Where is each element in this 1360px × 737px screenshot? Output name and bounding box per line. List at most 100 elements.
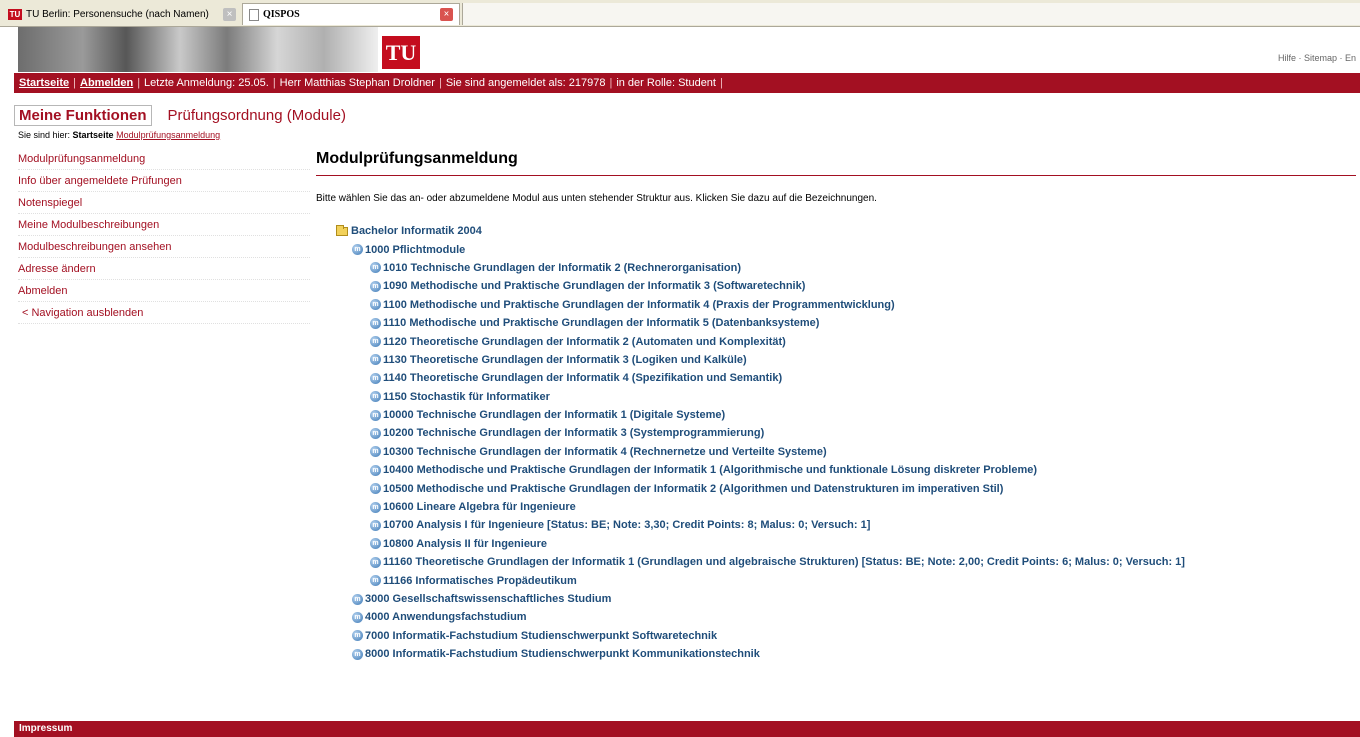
module-icon: m	[370, 299, 381, 311]
tree-group-pflicht[interactable]: m 1000 Pflichtmodule	[336, 240, 1356, 258]
tree-module-label[interactable]: 10200 Technische Grundlagen der Informat…	[383, 424, 764, 442]
tree-module[interactable]: m 1150 Stochastik für Informatiker	[336, 388, 1356, 406]
tree-module[interactable]: m 1090 Methodische und Praktische Grundla…	[336, 277, 1356, 295]
header-banner: TU Hilfe · Sitemap · En	[0, 27, 1360, 72]
tree-module[interactable]: m 10300 Technische Grundlagen der Informa…	[336, 443, 1356, 461]
footer: Impressum	[14, 721, 1360, 737]
tree-module-label[interactable]: 10800 Analysis II für Ingenieure	[383, 535, 547, 553]
tu-logo-icon: TU	[8, 8, 22, 20]
sidebar-item-adresse-aendern[interactable]: Adresse ändern	[18, 258, 310, 280]
tree-module-label[interactable]: 11166 Informatisches Propädeutikum	[383, 572, 577, 590]
sidebar-item-modulbeschreibungen-ansehen[interactable]: Modulbeschreibungen ansehen	[18, 236, 310, 258]
tree-module-label[interactable]: 1100 Methodische und Praktische Grundlag…	[383, 296, 895, 314]
module-icon: m	[370, 336, 381, 348]
tree-module[interactable]: m 10500 Methodische und Praktische Grundl…	[336, 479, 1356, 497]
tab-title: TU Berlin: Personensuche (nach Namen)	[26, 8, 209, 20]
tree-group[interactable]: m 7000 Informatik-Fachstudium Studienschw…	[336, 627, 1356, 645]
tree-module-label[interactable]: 10600 Lineare Algebra für Ingenieure	[383, 498, 576, 516]
other-group-list: m 3000 Gesellschaftswissenschaftliches St…	[336, 590, 1356, 664]
tree-module[interactable]: m 10000 Technische Grundlagen der Informa…	[336, 406, 1356, 424]
document-icon	[249, 8, 259, 21]
tree-module[interactable]: m 10800 Analysis II für Ingenieure	[336, 535, 1356, 553]
module-icon: m	[370, 409, 381, 421]
sidebar-item-notenspiegel[interactable]: Notenspiegel	[18, 192, 310, 214]
tree-group-label[interactable]: 7000 Informatik-Fachstudium Studienschwe…	[365, 627, 717, 645]
module-icon: m	[370, 391, 381, 403]
tree-module[interactable]: m 10400 Methodische und Praktische Grundl…	[336, 461, 1356, 479]
breadcrumb-current[interactable]: Modulprüfungsanmeldung	[116, 130, 220, 140]
tree-module[interactable]: m 10200 Technische Grundlagen der Informa…	[336, 424, 1356, 442]
module-icon: m	[370, 556, 381, 568]
tree-module-label[interactable]: 1120 Theoretische Grundlagen der Informa…	[383, 333, 786, 351]
hide-navigation-link[interactable]: < Navigation ausblenden	[18, 302, 310, 324]
tree-group[interactable]: m 8000 Informatik-Fachstudium Studienschw…	[336, 645, 1356, 663]
main-content: Modulprüfungsanmeldung Bitte wählen Sie …	[316, 150, 1356, 204]
tree-module[interactable]: m 1100 Methodische und Praktische Grundla…	[336, 296, 1356, 314]
browser-tab-bar: TU TU Berlin: Personensuche (nach Namen)…	[0, 0, 1360, 27]
tree-module[interactable]: m 1110 Methodische und Praktische Grundla…	[336, 314, 1356, 332]
tree-module-label[interactable]: 1110 Methodische und Praktische Grundlag…	[383, 314, 819, 332]
tree-module-label[interactable]: 1010 Technische Grundlagen der Informati…	[383, 259, 741, 277]
breadcrumb: Sie sind hier: Startseite Modulprüfungsa…	[18, 130, 220, 140]
tree-group[interactable]: m 3000 Gesellschaftswissenschaftliches St…	[336, 590, 1356, 608]
close-icon[interactable]: ×	[223, 7, 236, 21]
tree-group-label[interactable]: 4000 Anwendungsfachstudium	[365, 608, 527, 626]
sidebar-item-meine-modulbeschreibungen[interactable]: Meine Modulbeschreibungen	[18, 214, 310, 236]
tree-module[interactable]: m 11166 Informatisches Propädeutikum	[336, 571, 1356, 589]
tu-logo: TU	[382, 36, 420, 69]
tree-module-label[interactable]: 10400 Methodische und Praktische Grundla…	[383, 461, 1037, 479]
tree-module-label[interactable]: 10300 Technische Grundlagen der Informat…	[383, 443, 827, 461]
pflicht-module-list: m 1010 Technische Grundlagen der Informat…	[336, 259, 1356, 590]
tree-module[interactable]: m 11160 Theoretische Grundlagen der Infor…	[336, 553, 1356, 571]
sidebar-item-modulpruefungsanmeldung[interactable]: Modulprüfungsanmeldung	[18, 148, 310, 170]
tab-bar-empty	[462, 3, 1360, 25]
logout-link[interactable]: Abmelden	[80, 77, 133, 89]
browser-tab-qispos[interactable]: QISPOS ×	[242, 3, 460, 25]
tree-module[interactable]: m 1130 Theoretische Grundlagen der Inform…	[336, 351, 1356, 369]
module-icon: m	[352, 244, 363, 256]
tree-module-label[interactable]: 1150 Stochastik für Informatiker	[383, 388, 550, 406]
header-photo	[18, 27, 378, 72]
tree-module[interactable]: m 1140 Theoretische Grundlagen der Inform…	[336, 369, 1356, 387]
tree-root[interactable]: Bachelor Informatik 2004	[336, 222, 1356, 240]
tree-root-label[interactable]: Bachelor Informatik 2004	[351, 222, 482, 240]
module-icon: m	[370, 446, 381, 458]
tree-module-label[interactable]: 11160 Theoretische Grundlagen der Inform…	[383, 553, 1185, 571]
tree-module-label[interactable]: 10500 Methodische und Praktische Grundla…	[383, 480, 1003, 498]
tree-group[interactable]: m 4000 Anwendungsfachstudium	[336, 608, 1356, 626]
tree-module[interactable]: m 1010 Technische Grundlagen der Informat…	[336, 259, 1356, 277]
tree-module[interactable]: m 10600 Lineare Algebra für Ingenieure	[336, 498, 1356, 516]
tree-module[interactable]: m 10700 Analysis I für Ingenieure [Status…	[336, 516, 1356, 534]
tab-pruefungsordnung[interactable]: Prüfungsordnung (Module)	[168, 107, 346, 124]
tree-group-label[interactable]: 1000 Pflichtmodule	[365, 241, 465, 259]
module-icon: m	[370, 575, 381, 587]
tree-module[interactable]: m 1120 Theoretische Grundlagen der Inform…	[336, 332, 1356, 350]
module-icon: m	[370, 464, 381, 476]
module-icon: m	[370, 427, 381, 439]
tree-group-label[interactable]: 8000 Informatik-Fachstudium Studienschwe…	[365, 645, 760, 663]
breadcrumb-prefix: Sie sind hier:	[18, 130, 71, 140]
module-icon: m	[370, 501, 381, 513]
login-id: Sie sind angemeldet als: 217978	[445, 77, 606, 89]
module-icon: m	[352, 593, 363, 605]
tab-title: QISPOS	[263, 9, 300, 20]
tree-module-label[interactable]: 10700 Analysis I für Ingenieure [Status:…	[383, 516, 870, 534]
impressum-link[interactable]: Impressum	[19, 723, 72, 734]
sidebar-item-info-pruefungen[interactable]: Info über angemeldete Prüfungen	[18, 170, 310, 192]
tab-meine-funktionen[interactable]: Meine Funktionen	[14, 104, 152, 126]
module-icon: m	[352, 648, 363, 660]
utility-links[interactable]: Hilfe · Sitemap · En	[1278, 53, 1356, 63]
tree-module-label[interactable]: 1090 Methodische und Praktische Grundlag…	[383, 277, 805, 295]
breadcrumb-home[interactable]: Startseite	[73, 130, 114, 140]
role: in der Rolle: Student	[616, 77, 716, 89]
close-icon[interactable]: ×	[440, 8, 453, 21]
browser-tab-personensuche[interactable]: TU TU Berlin: Personensuche (nach Namen)…	[2, 3, 242, 25]
module-icon: m	[352, 611, 363, 623]
tree-module-label[interactable]: 1140 Theoretische Grundlagen der Informa…	[383, 369, 782, 387]
tree-module-label[interactable]: 10000 Technische Grundlagen der Informat…	[383, 406, 725, 424]
home-link[interactable]: Startseite	[19, 77, 69, 89]
tree-module-label[interactable]: 1130 Theoretische Grundlagen der Informa…	[383, 351, 747, 369]
tree-group-label[interactable]: 3000 Gesellschaftswissenschaftliches Stu…	[365, 590, 611, 608]
sidebar-item-abmelden[interactable]: Abmelden	[18, 280, 310, 302]
status-bar: Startseite | Abmelden | Letzte Anmeldung: 25…	[14, 73, 1360, 93]
